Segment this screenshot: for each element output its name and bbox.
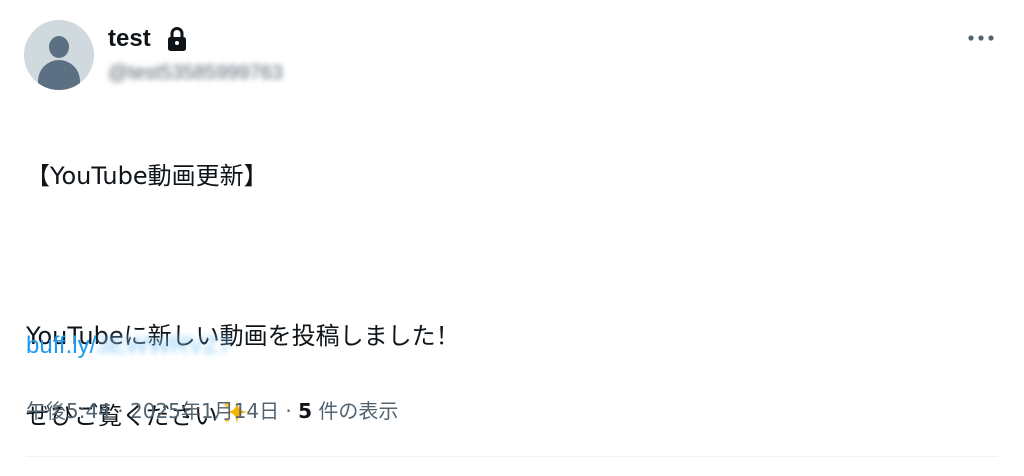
avatar-body xyxy=(38,60,80,90)
user-handle[interactable]: @test53585999763 xyxy=(108,60,283,86)
display-name[interactable]: test xyxy=(108,24,151,54)
meta-separator: · xyxy=(110,399,130,423)
lock-icon xyxy=(168,27,186,51)
tweet-card: test @test53585999763 【YouTube動画更新】 YouT… xyxy=(0,0,1024,466)
meta-separator: · xyxy=(279,399,299,423)
link-blurred-text: 3EWWRVZ7 xyxy=(96,332,232,359)
divider xyxy=(26,456,998,457)
avatar-head xyxy=(49,36,69,58)
link-visible-text: buff.ly/ xyxy=(26,332,97,359)
tweet-date[interactable]: 2025年1月14日 xyxy=(130,399,279,423)
tweet-time[interactable]: 午後5:44 xyxy=(26,399,111,423)
more-horizontal-icon[interactable] xyxy=(964,28,998,48)
avatar[interactable] xyxy=(24,20,94,90)
view-label: 件の表示 xyxy=(312,399,399,423)
tweet-metadata: 午後5:44 · 2025年1月14日 · 5 件の表示 xyxy=(26,396,398,426)
view-count: 5 xyxy=(298,399,313,423)
tweet-link[interactable]: buff.ly/3EWWRVZ7 xyxy=(26,328,232,364)
tweet-line: 【YouTube動画更新】 xyxy=(26,162,268,190)
